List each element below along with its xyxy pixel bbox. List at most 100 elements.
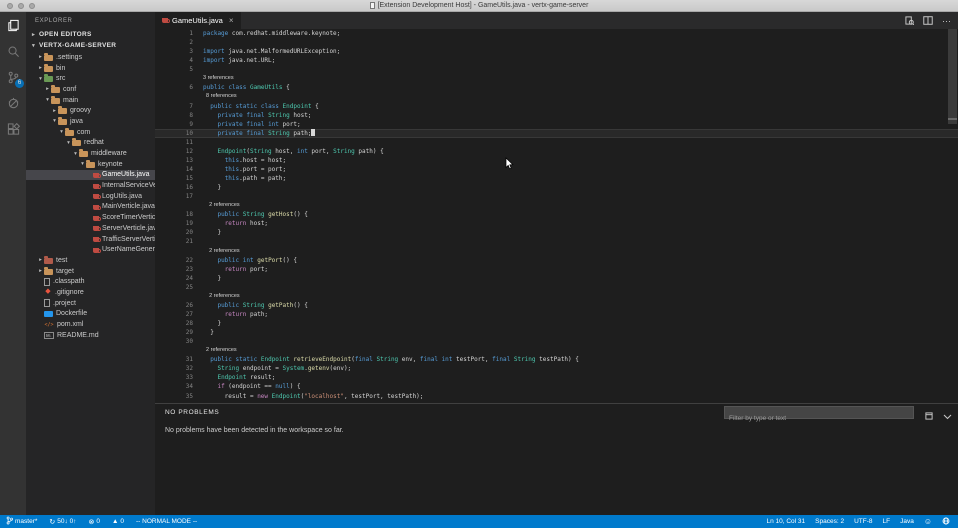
tree-item-src[interactable]: ▾ src bbox=[26, 73, 155, 84]
codelens-row[interactable]: 2 references bbox=[155, 247, 958, 256]
code-line[interactable]: 30 bbox=[155, 337, 958, 346]
files-icon[interactable] bbox=[0, 12, 26, 38]
code-line[interactable]: 27 return path; bbox=[155, 310, 958, 319]
telemetry-status[interactable] bbox=[942, 517, 950, 527]
maximize-panel-icon[interactable] bbox=[925, 407, 933, 425]
vim-mode-status[interactable]: -- NORMAL MODE -- bbox=[136, 518, 197, 525]
git-branch-status[interactable]: master* bbox=[6, 516, 37, 527]
code-line[interactable]: 29 } bbox=[155, 328, 958, 337]
search-icon[interactable] bbox=[0, 38, 26, 64]
tree-item-redhat[interactable]: ▾ redhat bbox=[26, 138, 155, 149]
code-line[interactable]: 35 result = new Endpoint("localhost", te… bbox=[155, 392, 958, 401]
code-line[interactable]: 17 bbox=[155, 192, 958, 201]
tree-item-conf[interactable]: ▸ conf bbox=[26, 84, 155, 95]
code-line[interactable]: 11 bbox=[155, 138, 958, 147]
sync-status[interactable]: ↻ 50↓ 0↑ bbox=[49, 518, 76, 526]
tree-item-main[interactable]: ▾ main bbox=[26, 95, 155, 106]
errors-status[interactable]: ⊗ 0 bbox=[88, 518, 100, 526]
code-line[interactable]: 9 private final int port; bbox=[155, 120, 958, 129]
open-preview-icon[interactable] bbox=[905, 12, 915, 30]
code-editor[interactable]: 1 package com.redhat.middleware.keynote; 2… bbox=[155, 29, 958, 403]
tree-item-middleware[interactable]: ▾ middleware bbox=[26, 148, 155, 159]
source-control-icon[interactable]: 6 bbox=[0, 64, 26, 90]
codelens-row[interactable]: 3 references bbox=[155, 74, 958, 83]
code-line[interactable]: 2 bbox=[155, 38, 958, 47]
code-line[interactable]: 26 public String getPath() { bbox=[155, 301, 958, 310]
indentation-status-label: Spaces: 2 bbox=[815, 518, 845, 525]
code-line[interactable]: 22 public int getPort() { bbox=[155, 256, 958, 265]
code-line[interactable]: 7 public static class Endpoint { bbox=[155, 102, 958, 111]
code-line[interactable]: 20 } bbox=[155, 228, 958, 237]
tree-item-target[interactable]: ▸ target bbox=[26, 266, 155, 277]
tree-item-readme-md[interactable]: M↓ README.md bbox=[26, 330, 155, 341]
codelens-row[interactable]: 2 references bbox=[155, 346, 958, 355]
tree-item-usernamegenerat-[interactable]: UserNameGenerat... bbox=[26, 244, 155, 255]
code-line[interactable]: 28 } bbox=[155, 319, 958, 328]
code-line[interactable]: 31 public static Endpoint retrieveEndpoi… bbox=[155, 355, 958, 364]
code-line[interactable]: 6 public class GameUtils { bbox=[155, 83, 958, 92]
encoding-status[interactable]: UTF-8 bbox=[854, 518, 872, 525]
tree-item-scoretimerverticl-[interactable]: ScoreTimerVerticl... bbox=[26, 212, 155, 223]
code-line[interactable]: 14 this.port = port; bbox=[155, 165, 958, 174]
tree-item--gitignore[interactable]: ◆ .gitignore bbox=[26, 287, 155, 298]
code-line[interactable]: 13 this.host = host; bbox=[155, 156, 958, 165]
close-panel-chevron-icon[interactable] bbox=[943, 407, 952, 425]
debug-icon[interactable] bbox=[0, 90, 26, 116]
split-editor-icon[interactable] bbox=[923, 12, 933, 30]
tree-item-logutils-java[interactable]: LogUtils.java bbox=[26, 191, 155, 202]
code-line[interactable]: 25 bbox=[155, 283, 958, 292]
language-mode-status[interactable]: Java bbox=[900, 518, 914, 525]
tree-item-java[interactable]: ▾ java bbox=[26, 116, 155, 127]
code-line[interactable]: 24 } bbox=[155, 274, 958, 283]
extensions-icon[interactable] bbox=[0, 116, 26, 142]
code-line[interactable]: 1 package com.redhat.middleware.keynote; bbox=[155, 29, 958, 38]
tree-item-test[interactable]: ▸ test bbox=[26, 255, 155, 266]
code-line[interactable]: 8 private final String host; bbox=[155, 111, 958, 120]
more-actions-icon[interactable]: ⋯ bbox=[942, 16, 952, 25]
code-line[interactable]: 18 public String getHost() { bbox=[155, 210, 958, 219]
code-line[interactable]: 21 bbox=[155, 237, 958, 246]
indentation-status[interactable]: Spaces: 2 bbox=[815, 518, 844, 525]
code-line[interactable]: 23 return port; bbox=[155, 265, 958, 274]
tree-item-gameutils-java[interactable]: GameUtils.java bbox=[26, 169, 155, 181]
tab-gameutils-java[interactable]: GameUtils.java × bbox=[155, 12, 241, 29]
problems-filter-input[interactable] bbox=[725, 413, 913, 424]
java-icon bbox=[93, 215, 101, 221]
code-text: public String getPath() { bbox=[217, 301, 308, 309]
code-line[interactable]: 19 return host; bbox=[155, 219, 958, 228]
tree-item-dockerfile[interactable]: Dockerfile bbox=[26, 309, 155, 320]
code-line[interactable]: 16 } bbox=[155, 183, 958, 192]
code-line[interactable]: 15 this.path = path; bbox=[155, 174, 958, 183]
code-line[interactable]: 5 bbox=[155, 65, 958, 74]
code-line[interactable]: 3 import java.net.MalformedURLException; bbox=[155, 47, 958, 56]
code-line[interactable]: 34 if (endpoint == null) { bbox=[155, 382, 958, 391]
warnings-status[interactable]: ▲ 0 bbox=[112, 518, 124, 525]
code-line[interactable]: 10 private final String path; bbox=[155, 128, 958, 138]
tree-item-serververticle-java[interactable]: ServerVerticle.java bbox=[26, 223, 155, 234]
workspace-section[interactable]: ▾ VERTX-GAME-SERVER bbox=[26, 40, 155, 51]
tree-item-keynote[interactable]: ▾ keynote bbox=[26, 159, 155, 170]
editor-scrollbar[interactable] bbox=[948, 29, 957, 124]
codelens-row[interactable]: 2 references bbox=[155, 292, 958, 301]
tree-item--settings[interactable]: ▸ .settings bbox=[26, 52, 155, 63]
tree-item-bin[interactable]: ▸ bin bbox=[26, 63, 155, 74]
tree-item-pom-xml[interactable]: </> pom.xml bbox=[26, 319, 155, 330]
tree-item--project[interactable]: .project bbox=[26, 298, 155, 309]
cursor-position-status[interactable]: Ln 10, Col 31 bbox=[766, 518, 805, 525]
open-editors-section[interactable]: ▸ OPEN EDITORS bbox=[26, 29, 155, 40]
code-line[interactable]: 4 import java.net.URL; bbox=[155, 56, 958, 65]
codelens-row[interactable]: 2 references bbox=[155, 201, 958, 210]
tree-item-internalservicever-[interactable]: InternalServiceVer... bbox=[26, 180, 155, 191]
tree-item--classpath[interactable]: .classpath bbox=[26, 276, 155, 287]
code-line[interactable]: 33 Endpoint result; bbox=[155, 373, 958, 382]
code-line[interactable]: 32 String endpoint = System.getenv(env); bbox=[155, 364, 958, 373]
tree-item-com[interactable]: ▾ com bbox=[26, 127, 155, 138]
eol-status[interactable]: LF bbox=[883, 518, 891, 525]
code-line[interactable]: 12 Endpoint(String host, int port, Strin… bbox=[155, 147, 958, 156]
tree-item-groovy[interactable]: ▸ groovy bbox=[26, 105, 155, 116]
tree-item-trafficserververti-[interactable]: TrafficServerVerti... bbox=[26, 234, 155, 245]
tree-item-mainverticle-java[interactable]: MainVerticle.java bbox=[26, 202, 155, 213]
codelens-row[interactable]: 8 references bbox=[155, 92, 958, 101]
close-tab-icon[interactable]: × bbox=[229, 16, 234, 25]
feedback-status[interactable]: ☺ bbox=[924, 517, 932, 526]
